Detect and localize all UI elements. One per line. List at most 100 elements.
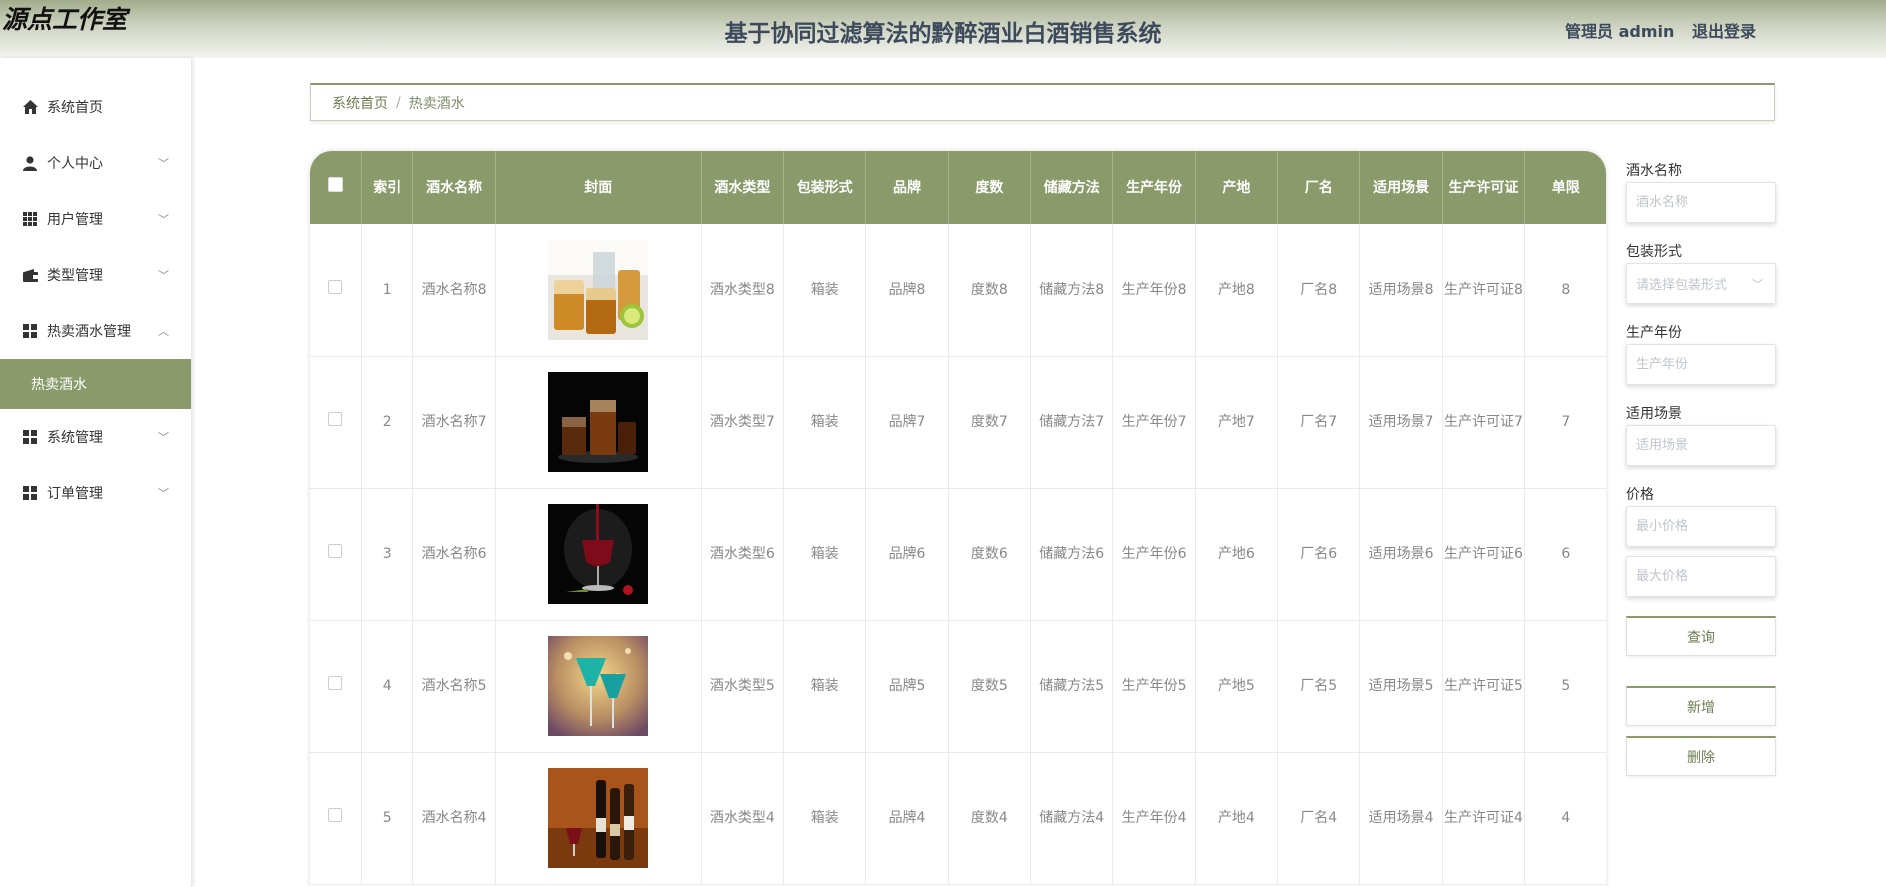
row-select-cell: [310, 488, 362, 621]
cell-limit: 8: [1524, 224, 1606, 357]
chevron-down-icon: ﹀: [158, 213, 169, 226]
cell-degree: 度数8: [948, 224, 1032, 357]
row-select-cell: [310, 752, 362, 885]
cell-index: 1: [361, 224, 414, 357]
filter-label-year: 生产年份: [1626, 325, 1682, 341]
column-header: 单限: [1524, 151, 1606, 224]
user-label: 管理员 admin: [1565, 22, 1675, 41]
cell-name: 酒水名称5: [412, 620, 496, 753]
search-button[interactable]: 查询: [1626, 616, 1776, 656]
cell-scene: 适用场景4: [1359, 752, 1443, 885]
filter-label-pack: 包装形式: [1626, 244, 1682, 260]
cell-brand: 品牌7: [865, 356, 949, 489]
column-header: 包装形式: [783, 151, 867, 224]
row-select-cell: [310, 224, 362, 357]
chevron-down-icon: ﹀: [158, 269, 169, 282]
row-checkbox[interactable]: [328, 808, 343, 822]
cell-cover: [495, 488, 702, 621]
cover-image-blue-cocktails: [548, 636, 649, 736]
sidebar-item-label: 个人中心: [47, 156, 103, 172]
column-header: 度数: [948, 151, 1032, 224]
sidebar-item-hot-drinks-management[interactable]: 热卖酒水管理 ︿: [0, 303, 191, 359]
row-checkbox[interactable]: [328, 544, 343, 558]
cell-year: 生产年份5: [1112, 620, 1196, 753]
column-header: 生产许可证: [1442, 151, 1526, 224]
cell-factory: 厂名5: [1277, 620, 1361, 753]
sidebar: 系统首页 个人中心 ﹀ 用户管理 ﹀ 类型管理 ﹀ 热卖酒水管理 ︿ 热卖酒水 …: [0, 58, 191, 887]
table-row: 3 酒水名称6 酒水类型6 箱装 品牌6 度数6 储藏方法6 生产年份6 产地6…: [310, 488, 1606, 621]
min-price-input[interactable]: [1626, 506, 1776, 547]
cell-origin: 产地4: [1195, 752, 1279, 885]
column-header: 酒水类型: [701, 151, 785, 224]
chevron-down-icon: ﹀: [158, 487, 169, 500]
pack-select-placeholder: 请选择包装形式: [1636, 278, 1728, 293]
grid-icon: [22, 211, 38, 227]
cell-factory: 厂名8: [1277, 224, 1361, 357]
cell-pack: 箱装: [783, 620, 867, 753]
cell-origin: 产地8: [1195, 224, 1279, 357]
cell-scene: 适用场景5: [1359, 620, 1443, 753]
cell-index: 5: [361, 752, 414, 885]
cell-name: 酒水名称6: [412, 488, 496, 621]
cell-factory: 厂名6: [1277, 488, 1361, 621]
sidebar-item-order-management[interactable]: 订单管理 ﹀: [0, 465, 191, 521]
year-input[interactable]: [1626, 344, 1776, 385]
cell-year: 生产年份6: [1112, 488, 1196, 621]
breadcrumb: 系统首页 / 热卖酒水: [310, 83, 1775, 121]
row-checkbox[interactable]: [328, 412, 343, 426]
chevron-down-icon: ﹀: [1752, 278, 1763, 291]
row-checkbox[interactable]: [328, 676, 343, 690]
cell-name: 酒水名称8: [412, 224, 496, 357]
cell-cover: [495, 356, 702, 489]
cell-storage: 储藏方法4: [1030, 752, 1114, 885]
breadcrumb-home[interactable]: 系统首页: [332, 93, 388, 113]
cell-storage: 储藏方法5: [1030, 620, 1114, 753]
cell-storage: 储藏方法8: [1030, 224, 1114, 357]
cell-license: 生产许可证4: [1442, 752, 1526, 885]
user-area: 管理员 admin 退出登录: [1559, 18, 1756, 42]
sidebar-item-label: 订单管理: [47, 486, 103, 502]
cell-pack: 箱装: [783, 356, 867, 489]
cell-type: 酒水类型8: [701, 224, 785, 357]
pack-select[interactable]: 请选择包装形式 ﹀: [1626, 263, 1776, 304]
cell-pack: 箱装: [783, 488, 867, 621]
breadcrumb-separator: /: [396, 94, 401, 111]
filter-label-price: 价格: [1626, 487, 1654, 503]
row-checkbox[interactable]: [328, 279, 343, 294]
sidebar-item-home[interactable]: 系统首页: [0, 79, 191, 135]
column-header: 厂名: [1277, 151, 1361, 224]
add-button[interactable]: 新增: [1626, 686, 1776, 726]
sidebar-item-personal-center[interactable]: 个人中心 ﹀: [0, 135, 191, 191]
sidebar-subitem-hot-drinks[interactable]: 热卖酒水: [0, 359, 191, 409]
logout-link[interactable]: 退出登录: [1692, 22, 1756, 41]
table-row: 4 酒水名称5 酒水类型5 箱装 品牌5 度数5 储藏方法5 生产年份5 产地5…: [310, 620, 1606, 753]
apps-icon: [22, 485, 38, 501]
cell-limit: 5: [1524, 620, 1606, 753]
sidebar-item-type-management[interactable]: 类型管理 ﹀: [0, 247, 191, 303]
user-icon: [22, 155, 38, 171]
chevron-down-icon: ﹀: [158, 431, 169, 444]
column-header: 适用场景: [1359, 151, 1443, 224]
cell-name: 酒水名称7: [412, 356, 496, 489]
sidebar-item-user-management[interactable]: 用户管理 ﹀: [0, 191, 191, 247]
scene-input[interactable]: [1626, 425, 1776, 466]
cell-pack: 箱装: [783, 224, 867, 357]
table-row: 5 酒水名称4 酒水类型4 箱装 品牌4 度数4 储藏方法4 生产年份4 产地4…: [310, 752, 1606, 885]
max-price-input[interactable]: [1626, 556, 1776, 597]
column-header: 品牌: [865, 151, 949, 224]
filter-label-scene: 适用场景: [1626, 406, 1682, 422]
column-header: 产地: [1195, 151, 1279, 224]
column-header: 生产年份: [1112, 151, 1196, 224]
sidebar-item-system-management[interactable]: 系统管理 ﹀: [0, 409, 191, 465]
cell-brand: 品牌5: [865, 620, 949, 753]
drink-name-input[interactable]: [1626, 182, 1776, 223]
select-all-checkbox[interactable]: [327, 176, 343, 192]
delete-button[interactable]: 删除: [1626, 736, 1776, 776]
apps-icon: [22, 323, 38, 339]
cell-index: 4: [361, 620, 414, 753]
cell-limit: 6: [1524, 488, 1606, 621]
cell-scene: 适用场景8: [1359, 224, 1443, 357]
top-header: 源点工作室 基于协同过滤算法的黔醉酒业白酒销售系统 管理员 admin 退出登录: [0, 0, 1886, 58]
cell-limit: 7: [1524, 356, 1606, 489]
wallet-icon: [22, 267, 38, 283]
